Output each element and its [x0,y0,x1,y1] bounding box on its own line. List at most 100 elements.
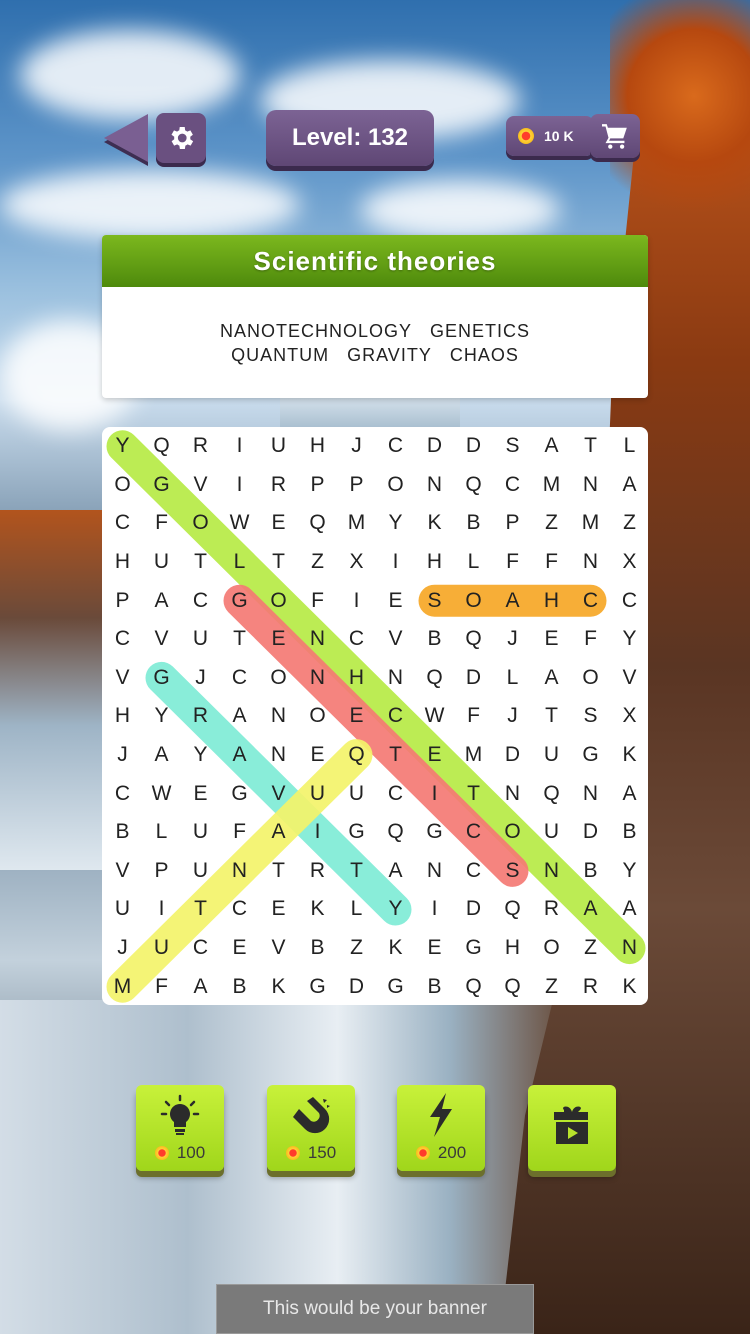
grid-cell[interactable]: F [298,581,337,620]
grid-cell[interactable]: N [376,659,415,698]
grid-cell[interactable]: B [454,504,493,543]
grid-cell[interactable]: Q [532,774,571,813]
grid-cell[interactable]: C [103,620,142,659]
grid-cell[interactable]: K [610,967,649,1006]
grid-cell[interactable]: A [493,581,532,620]
grid-cell[interactable]: V [376,620,415,659]
grid-cell[interactable]: R [259,466,298,505]
grid-cell[interactable]: N [298,659,337,698]
grid-cell[interactable]: P [103,581,142,620]
grid-cell[interactable]: G [337,813,376,852]
grid-cell[interactable]: U [142,929,181,968]
lightning-booster-button[interactable]: 200 [397,1085,485,1171]
grid-cell[interactable]: U [181,852,220,891]
grid-cell[interactable]: G [142,466,181,505]
grid-cell[interactable]: A [181,967,220,1006]
grid-cell[interactable]: Q [493,967,532,1006]
grid-cell[interactable]: U [298,774,337,813]
grid-cell[interactable]: Z [610,504,649,543]
grid-cell[interactable]: V [259,774,298,813]
grid-cell[interactable]: Y [142,697,181,736]
grid-cell[interactable]: L [610,427,649,466]
grid-cell[interactable]: A [610,890,649,929]
grid-cell[interactable]: M [337,504,376,543]
grid-cell[interactable]: H [103,697,142,736]
grid-cell[interactable]: U [103,890,142,929]
grid-cell[interactable]: F [493,543,532,582]
grid-cell[interactable]: M [571,504,610,543]
grid-cell[interactable]: M [454,736,493,775]
grid-cell[interactable]: G [376,967,415,1006]
grid-cell[interactable]: I [220,427,259,466]
grid-cell[interactable]: L [454,543,493,582]
grid-cell[interactable]: E [298,736,337,775]
grid-cell[interactable]: J [337,427,376,466]
grid-cell[interactable]: E [181,774,220,813]
grid-cell[interactable]: D [415,427,454,466]
grid-cell[interactable]: Z [571,929,610,968]
grid-cell[interactable]: Z [337,929,376,968]
grid-cell[interactable]: Y [376,504,415,543]
grid-cell[interactable]: C [454,852,493,891]
grid-cell[interactable]: N [493,774,532,813]
grid-cell[interactable]: H [103,543,142,582]
grid-cell[interactable]: W [220,504,259,543]
grid-cell[interactable]: Y [376,890,415,929]
grid-cell[interactable]: N [259,697,298,736]
grid-cell[interactable]: S [415,581,454,620]
grid-cell[interactable]: E [415,929,454,968]
grid-cell[interactable]: A [571,890,610,929]
grid-cell[interactable]: Z [298,543,337,582]
grid-cell[interactable]: H [415,543,454,582]
grid-cell[interactable]: C [181,581,220,620]
grid-cell[interactable]: A [259,813,298,852]
grid-cell[interactable]: Z [532,967,571,1006]
grid-cell[interactable]: P [298,466,337,505]
grid-cell[interactable]: P [337,466,376,505]
grid-cell[interactable]: E [259,620,298,659]
grid-cell[interactable]: E [259,504,298,543]
grid-cell[interactable]: Q [454,466,493,505]
grid-cell[interactable]: Y [103,427,142,466]
magnet-booster-button[interactable]: 150 [267,1085,355,1171]
grid-cell[interactable]: O [454,581,493,620]
grid-cell[interactable]: N [415,852,454,891]
grid-cell[interactable]: T [337,852,376,891]
grid-cell[interactable]: D [493,736,532,775]
grid-cell[interactable]: V [103,852,142,891]
grid-cell[interactable]: T [259,543,298,582]
grid-cell[interactable]: V [610,659,649,698]
grid-cell[interactable]: O [532,929,571,968]
grid-cell[interactable]: B [610,813,649,852]
grid-cell[interactable]: O [571,659,610,698]
grid-cell[interactable]: N [571,543,610,582]
grid-cell[interactable]: V [103,659,142,698]
grid-cell[interactable]: C [337,620,376,659]
grid-cell[interactable]: C [454,813,493,852]
grid-cell[interactable]: E [337,697,376,736]
grid-cell[interactable]: K [298,890,337,929]
grid-cell[interactable]: J [103,929,142,968]
grid-cell[interactable]: T [454,774,493,813]
grid-cell[interactable]: K [376,929,415,968]
grid-cell[interactable]: I [415,890,454,929]
back-button[interactable] [104,114,148,162]
ad-banner[interactable]: This would be your banner [216,1284,534,1334]
grid-cell[interactable]: C [376,697,415,736]
grid-cell[interactable]: C [103,504,142,543]
grid-cell[interactable]: Y [610,852,649,891]
grid-cell[interactable]: E [415,736,454,775]
grid-cell[interactable]: C [181,929,220,968]
video-gift-button[interactable] [528,1085,616,1171]
grid-cell[interactable]: R [571,967,610,1006]
grid-cell[interactable]: B [415,967,454,1006]
grid-cell[interactable]: M [532,466,571,505]
grid-cell[interactable]: V [142,620,181,659]
grid-cell[interactable]: G [220,581,259,620]
grid-cell[interactable]: O [181,504,220,543]
grid-cell[interactable]: N [610,929,649,968]
grid-cell[interactable]: F [571,620,610,659]
grid-cell[interactable]: O [259,659,298,698]
grid-cell[interactable]: J [103,736,142,775]
grid-cell[interactable]: W [142,774,181,813]
